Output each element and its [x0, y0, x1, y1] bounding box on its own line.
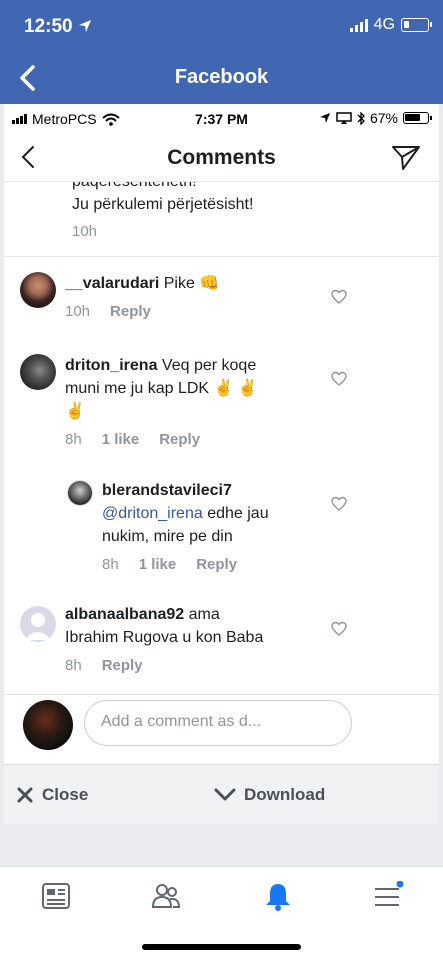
comment-username[interactable]: driton_irena [65, 357, 157, 374]
comment-text: ama [184, 606, 220, 623]
airplay-icon [336, 112, 352, 124]
comments-header: Comments [4, 132, 439, 182]
comment-username[interactable]: albanaalbana92 [65, 606, 184, 623]
download-bar: Close Download [4, 764, 439, 824]
home-indicator [142, 944, 301, 950]
embedded-screenshot: MetroPCS 7:37 PM 67% Comments paqeresent… [4, 104, 439, 824]
like-heart-icon[interactable] [331, 289, 347, 305]
comment-text: Veq per koqe [161, 357, 257, 374]
comment-text: Ibrahim Rugova u kon Baba [65, 629, 264, 646]
comment-time: 8h [65, 657, 82, 674]
close-icon [17, 787, 33, 803]
comment-time: 8h [65, 431, 82, 448]
location-arrow-icon [79, 20, 91, 32]
comment: __valarudari Pike 👊 10h Reply [65, 272, 219, 320]
status-time: 12:50 [24, 16, 73, 37]
default-avatar-icon [25, 613, 51, 640]
comment-text: edhe jau [202, 505, 269, 522]
comment-time: 10h [72, 223, 98, 240]
close-label: Close [42, 785, 89, 804]
notifications-bell-icon[interactable] [262, 881, 294, 911]
signal-icon [349, 18, 368, 32]
comment-username[interactable]: __valarudari [65, 275, 159, 292]
inner-battery-icon [403, 112, 432, 124]
reply-comment: blerandstavileci7 @driton_irena edhe jau… [102, 479, 269, 573]
facebook-header: 12:50 4G Facebook [0, 0, 443, 104]
likes-count[interactable]: 1 like [139, 556, 177, 573]
comment: driton_irena Veq per koqe muni me ju kap… [65, 354, 258, 448]
likes-count[interactable]: 1 like [102, 431, 140, 448]
avatar[interactable] [67, 480, 93, 506]
network-type: 4G [373, 16, 395, 33]
reply-button[interactable]: Reply [159, 431, 200, 448]
comment-text: nukim, mire pe din [102, 528, 233, 545]
comments-list[interactable]: paqeresenteneth! Ju përkulemi përjetësis… [4, 182, 439, 700]
like-heart-icon[interactable] [331, 496, 347, 512]
comment-text: ✌ [65, 403, 85, 420]
friends-icon[interactable] [150, 881, 182, 911]
divider [4, 256, 439, 257]
reply-button[interactable]: Reply [102, 657, 143, 674]
avatar[interactable] [20, 354, 56, 390]
status-bar: 12:50 4G [0, 0, 443, 54]
avatar[interactable] [20, 606, 56, 642]
direct-send-icon[interactable] [391, 144, 421, 172]
current-user-avatar [23, 700, 73, 750]
battery-icon [401, 18, 432, 32]
comment-text: Pike 👊 [163, 275, 220, 292]
chevron-down-icon [214, 788, 236, 801]
comment-username[interactable]: blerandstavileci7 [102, 482, 232, 499]
comment-composer: Add a comment as d... [4, 700, 439, 764]
reply-button[interactable]: Reply [110, 303, 151, 320]
download-button[interactable]: Download [214, 785, 325, 805]
download-label: Download [244, 785, 326, 804]
page-title: Facebook [174, 66, 269, 88]
bluetooth-icon [357, 111, 365, 125]
partial-comment: paqeresenteneth! Ju përkulemi përjetësis… [72, 182, 253, 240]
inner-battery-percent: 67% [369, 110, 398, 126]
close-button[interactable]: Close [16, 785, 88, 805]
comment: albanaalbana92 ama Ibrahim Rugova u kon … [65, 603, 263, 674]
inner-status-bar: MetroPCS 7:37 PM 67% [4, 104, 439, 132]
mention-link[interactable]: @driton_irena [102, 505, 203, 522]
reply-button[interactable]: Reply [196, 556, 237, 573]
comment-text: muni me ju kap LDK ✌ ✌ [65, 380, 258, 397]
avatar[interactable] [20, 272, 56, 308]
menu-icon[interactable] [372, 881, 404, 911]
inner-location-icon [319, 113, 330, 123]
comment-text: paqeresenteneth! [72, 182, 253, 193]
comment-input[interactable]: Add a comment as d... [84, 700, 352, 746]
comment-text: Ju përkulemi përjetësisht! [72, 196, 254, 213]
comments-title: Comments [167, 146, 276, 169]
like-heart-icon[interactable] [331, 371, 347, 387]
comment-time: 10h [65, 303, 91, 320]
divider [4, 694, 439, 695]
like-heart-icon[interactable] [331, 621, 347, 637]
news-feed-icon[interactable] [40, 881, 72, 911]
status-indicators: 4G [349, 16, 432, 34]
comment-time: 8h [102, 556, 119, 573]
